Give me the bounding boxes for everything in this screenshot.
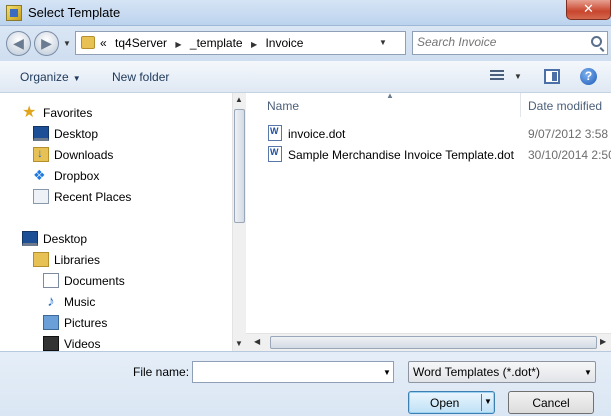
open-options-dropdown[interactable]: ▼ <box>484 397 492 406</box>
breadcrumb-overflow[interactable]: « <box>100 36 107 50</box>
scroll-left-icon[interactable]: ◀ <box>254 337 260 346</box>
organize-label: Organize <box>20 70 69 84</box>
cancel-button[interactable]: Cancel <box>508 391 594 414</box>
file-list-hscrollbar[interactable]: ◀ ▶ <box>246 333 611 351</box>
desktop-icon <box>33 126 49 141</box>
forward-arrow-icon: ▶ <box>41 35 52 51</box>
pictures-icon <box>43 315 59 330</box>
search-input[interactable] <box>417 35 582 49</box>
column-header-date[interactable]: Date modified <box>521 93 611 117</box>
nav-item-label: Desktop <box>54 127 99 141</box>
file-list: ▲ Name Date modified invoice.dot 9/07/20… <box>246 93 611 333</box>
libraries-icon <box>33 252 49 267</box>
scroll-right-icon[interactable]: ▶ <box>600 337 606 346</box>
window-title: Select Template <box>28 5 121 20</box>
search-box[interactable] <box>412 31 608 55</box>
chevron-right-icon[interactable]: ▶ <box>251 40 257 49</box>
word-doc-icon <box>268 146 282 162</box>
chevron-down-icon[interactable]: ▼ <box>383 368 391 377</box>
nav-item-label: Downloads <box>54 148 114 162</box>
close-button[interactable] <box>566 0 611 20</box>
organize-button[interactable]: Organize ▼ <box>20 70 81 84</box>
videos-icon <box>43 336 59 351</box>
nav-item-label: Videos <box>64 337 101 351</box>
chevron-down-icon: ▼ <box>584 368 592 377</box>
breadcrumb-item[interactable]: _template <box>190 36 243 50</box>
recent-places-icon <box>33 189 49 204</box>
file-date: 30/10/2014 2:50 <box>528 148 611 162</box>
file-row[interactable]: Sample Merchandise Invoice Template.dot … <box>246 145 611 165</box>
file-name-label: File name: <box>133 365 190 379</box>
file-type-select[interactable]: Word Templates (*.dot*) ▼ <box>408 361 596 383</box>
nav-item-label: Libraries <box>54 253 101 267</box>
file-type-value: Word Templates (*.dot*) <box>413 365 540 379</box>
title-bar: Select Template <box>0 0 611 26</box>
navigation-pane: ★ Favorites Desktop Downloads ❖ Dropbox … <box>0 93 232 351</box>
chevron-right-icon[interactable]: ▶ <box>175 40 181 49</box>
column-header-label: Name <box>267 99 300 113</box>
scroll-thumb[interactable] <box>270 336 597 349</box>
nav-item-label: Favorites <box>43 106 93 120</box>
view-options-dropdown[interactable]: ▼ <box>514 72 522 81</box>
column-header-label: Date modified <box>528 99 603 113</box>
file-name: Sample Merchandise Invoice Template.dot <box>288 148 514 162</box>
help-icon[interactable]: ? <box>580 68 597 85</box>
file-name: invoice.dot <box>288 127 346 141</box>
recent-locations-dropdown[interactable]: ▼ <box>63 39 71 48</box>
address-bar[interactable]: « tq4Server ▶ _template ▶ Invoice ▼ ⇆ <box>75 31 473 55</box>
address-row: ◀ ▶ ▼ « tq4Server ▶ _template ▶ Invoice … <box>0 26 611 61</box>
app-icon <box>6 5 22 21</box>
dropbox-icon: ❖ <box>33 167 46 183</box>
documents-icon <box>43 273 59 288</box>
downloads-icon <box>33 146 49 162</box>
view-options-icon[interactable] <box>490 70 504 82</box>
nav-item-label: Pictures <box>64 316 108 330</box>
forward-button[interactable]: ▶ <box>34 31 59 56</box>
search-icon[interactable] <box>591 36 602 47</box>
nav-item-label: Recent Places <box>54 190 132 204</box>
open-label: Open <box>430 396 460 410</box>
file-row[interactable]: invoice.dot 9/07/2012 3:58 P <box>246 124 611 144</box>
nav-item-label: Documents <box>64 274 125 288</box>
nav-item-label: Music <box>64 295 96 309</box>
chevron-down-icon: ▼ <box>72 74 81 83</box>
back-arrow-icon: ◀ <box>13 35 24 51</box>
scroll-up-icon[interactable]: ▲ <box>235 95 243 104</box>
file-name-combo[interactable]: ▼ <box>192 361 394 383</box>
file-date: 9/07/2012 3:58 P <box>528 127 611 141</box>
column-header-name[interactable]: ▲ Name <box>246 93 521 117</box>
scroll-down-icon[interactable]: ▼ <box>235 339 243 348</box>
nav-item-label: Dropbox <box>54 169 100 183</box>
nav-item-label: Desktop <box>43 232 88 246</box>
scroll-thumb[interactable] <box>234 109 245 223</box>
folder-icon <box>81 36 95 49</box>
split-divider <box>481 394 482 411</box>
nav-scrollbar[interactable]: ▲ ▼ <box>232 93 246 351</box>
address-dropdown-icon[interactable]: ▼ <box>379 38 387 47</box>
star-icon: ★ <box>22 104 37 121</box>
new-folder-button[interactable]: New folder <box>112 70 169 84</box>
music-icon: ♪ <box>47 293 55 310</box>
dialog-footer: File name: ▼ Word Templates (*.dot*) ▼ O… <box>0 351 611 416</box>
file-name-input[interactable] <box>196 365 371 379</box>
desktop-icon <box>22 231 38 246</box>
sort-ascending-icon: ▲ <box>386 93 394 100</box>
word-doc-icon <box>268 125 282 141</box>
preview-pane-icon[interactable] <box>544 69 560 84</box>
breadcrumb-item[interactable]: tq4Server <box>115 36 167 50</box>
open-button[interactable]: Open ▼ <box>408 391 495 414</box>
back-button[interactable]: ◀ <box>6 31 31 56</box>
breadcrumb-item[interactable]: Invoice <box>265 36 303 50</box>
breadcrumb: « tq4Server ▶ _template ▶ Invoice <box>100 36 308 50</box>
command-toolbar: Organize ▼ New folder ▼ ? <box>0 61 611 93</box>
